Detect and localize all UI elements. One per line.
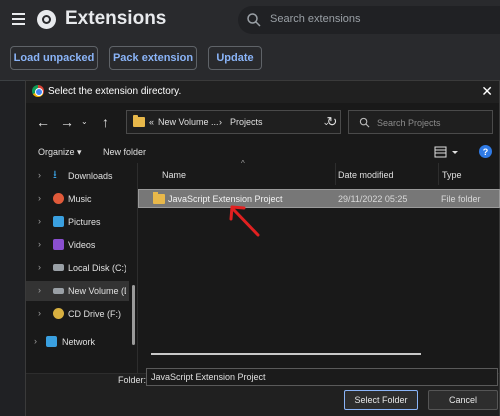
search-projects-input[interactable]: Search Projects xyxy=(348,110,493,134)
expand-icon[interactable]: › xyxy=(38,170,41,180)
file-name: JavaScript Extension Project xyxy=(168,194,283,204)
nav-item-network[interactable]: › Network xyxy=(26,332,129,352)
breadcrumb-parent[interactable]: New Volume ... xyxy=(158,117,219,127)
file-type: File folder xyxy=(441,194,481,204)
cancel-button[interactable]: Cancel xyxy=(428,390,498,410)
close-icon[interactable]: ✕ xyxy=(481,83,493,100)
nav-item-label: Videos xyxy=(68,240,96,250)
command-bar: Organize ▾ New folder ? xyxy=(26,141,499,163)
network-icon xyxy=(46,336,57,347)
download-icon: ⭳ xyxy=(53,169,57,181)
nav-item-label: Local Disk (C:) xyxy=(68,263,126,273)
expand-icon[interactable]: › xyxy=(38,216,41,226)
music-icon xyxy=(53,193,64,204)
nav-item-label: CD Drive (F:) xyxy=(68,309,121,319)
select-folder-button[interactable]: Select Folder xyxy=(344,390,418,410)
breadcrumb-separator: › xyxy=(219,117,222,127)
nav-item-local-disk[interactable]: › Local Disk (C:) xyxy=(26,258,129,278)
folder-label: Folder: xyxy=(118,375,147,385)
nav-scrollbar[interactable] xyxy=(130,165,136,365)
videos-icon xyxy=(53,239,64,250)
load-unpacked-button[interactable]: Load unpacked xyxy=(10,46,98,70)
nav-item-label: New Volume (D xyxy=(68,286,126,296)
page-title: Extensions xyxy=(65,8,167,29)
column-header-name[interactable]: ^ Name xyxy=(138,159,336,185)
dialog-footer: Folder: Select Folder Cancel xyxy=(26,368,499,416)
expand-icon[interactable]: › xyxy=(38,262,41,272)
search-icon xyxy=(247,13,261,27)
menu-icon[interactable] xyxy=(12,13,25,25)
expand-icon[interactable]: › xyxy=(38,285,41,295)
nav-item-pictures[interactable]: › Pictures xyxy=(26,212,129,232)
chrome-logo-icon xyxy=(37,10,56,29)
update-button[interactable]: Update xyxy=(208,46,262,70)
nav-item-label: Pictures xyxy=(68,217,101,227)
nav-item-label: Downloads xyxy=(68,171,113,181)
navigation-pane: › ⭳ Downloads › Music › Pictures › Video… xyxy=(26,165,129,375)
folder-icon xyxy=(133,115,145,127)
column-name-label: Name xyxy=(162,170,187,180)
folder-name-input[interactable] xyxy=(146,368,498,386)
search-icon xyxy=(359,117,370,128)
column-header-type[interactable]: Type xyxy=(439,163,500,185)
dialog-titlebar: Select the extension directory. ✕ xyxy=(26,81,499,103)
horizontal-scrollbar-thumb[interactable] xyxy=(151,353,421,355)
help-icon[interactable]: ? xyxy=(479,145,492,158)
nav-item-label: Network xyxy=(62,337,96,347)
expand-icon[interactable]: › xyxy=(34,336,37,346)
forward-arrow-icon[interactable]: → xyxy=(60,114,74,130)
drive-icon xyxy=(53,288,64,294)
address-bar[interactable]: « New Volume ... › Projects ⌄ xyxy=(126,110,341,134)
nav-item-downloads[interactable]: › ⭳ Downloads xyxy=(26,166,129,186)
pictures-icon xyxy=(53,216,64,227)
drive-icon xyxy=(53,264,64,271)
breadcrumb-current[interactable]: Projects xyxy=(230,117,263,127)
organize-button[interactable]: Organize ▾ xyxy=(38,147,82,158)
nav-item-new-volume[interactable]: › New Volume (D xyxy=(26,281,129,301)
expand-icon[interactable]: › xyxy=(38,308,41,318)
nav-item-music[interactable]: › Music xyxy=(26,189,129,209)
sort-caret-icon: ^ xyxy=(241,159,245,168)
extensions-toolbar: Load unpacked Pack extension Update xyxy=(0,40,500,80)
expand-icon[interactable]: › xyxy=(38,239,41,249)
file-date: 29/11/2022 05:25 xyxy=(338,194,408,204)
nav-item-cd-drive[interactable]: › CD Drive (F:) xyxy=(26,304,129,324)
column-date-label: Date modified xyxy=(338,170,394,180)
expand-icon[interactable]: › xyxy=(38,193,41,203)
column-header-date[interactable]: Date modified xyxy=(336,163,439,185)
file-list: ^ Name Date modified Type JavaScript Ext… xyxy=(138,159,500,373)
select-folder-dialog: Select the extension directory. ✕ ← → ⌄ … xyxy=(25,80,500,416)
column-type-label: Type xyxy=(442,170,462,180)
nav-item-label: Music xyxy=(68,194,92,204)
search-extensions-input[interactable]: Search extensions xyxy=(238,6,500,34)
refresh-icon[interactable]: ↻ xyxy=(320,110,344,134)
nav-item-videos[interactable]: › Videos xyxy=(26,235,129,255)
breadcrumb-prefix[interactable]: « xyxy=(149,117,154,127)
nav-scrollbar-thumb[interactable] xyxy=(132,285,135,345)
chrome-icon xyxy=(32,85,44,97)
extensions-header: Extensions Search extensions xyxy=(0,0,500,40)
new-folder-button[interactable]: New folder xyxy=(103,147,146,157)
view-options-icon[interactable] xyxy=(433,145,463,159)
horizontal-scrollbar[interactable] xyxy=(151,353,491,357)
back-arrow-icon[interactable]: ← xyxy=(36,114,50,130)
search-projects-placeholder: Search Projects xyxy=(377,118,441,128)
dialog-navbar: ← → ⌄ ↑ « New Volume ... › Projects ⌄ ↻ … xyxy=(26,103,499,141)
cd-drive-icon xyxy=(53,308,64,319)
table-row[interactable]: JavaScript Extension Project 29/11/2022 … xyxy=(138,189,500,208)
recent-chevron-icon[interactable]: ⌄ xyxy=(81,117,88,126)
search-placeholder: Search extensions xyxy=(270,13,361,25)
folder-icon xyxy=(153,192,165,204)
up-arrow-icon[interactable]: ↑ xyxy=(102,114,109,130)
pack-extension-button[interactable]: Pack extension xyxy=(109,46,197,70)
dialog-title: Select the extension directory. xyxy=(48,86,182,97)
